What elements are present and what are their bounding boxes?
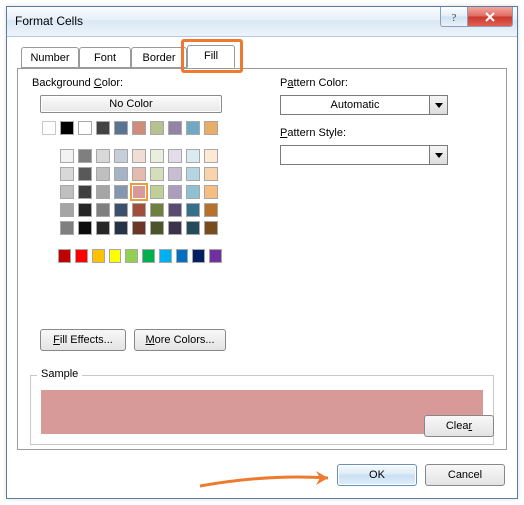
color-swatch[interactable]: [186, 167, 200, 181]
tab-number[interactable]: Number: [21, 47, 79, 68]
color-swatch[interactable]: [159, 249, 172, 263]
color-swatch[interactable]: [96, 203, 110, 217]
color-swatch[interactable]: [109, 249, 122, 263]
no-color-button[interactable]: No Color: [40, 95, 222, 113]
color-swatch[interactable]: [96, 149, 110, 163]
color-swatch[interactable]: [60, 185, 74, 199]
color-swatch[interactable]: [78, 121, 92, 135]
color-swatch[interactable]: [186, 185, 200, 199]
more-colors-button[interactable]: More Colors...: [134, 329, 226, 351]
color-swatch[interactable]: [96, 221, 110, 235]
color-swatch[interactable]: [142, 249, 155, 263]
color-swatch[interactable]: [78, 185, 92, 199]
pattern-color-label: Pattern Color:: [280, 77, 348, 89]
color-swatch[interactable]: [96, 185, 110, 199]
cancel-button[interactable]: Cancel: [425, 464, 505, 486]
pattern-style-value: [281, 146, 429, 164]
color-swatch[interactable]: [78, 203, 92, 217]
pattern-color-value: Automatic: [281, 96, 429, 114]
sample-legend: Sample: [37, 368, 82, 380]
color-swatch[interactable]: [204, 149, 218, 163]
color-swatch[interactable]: [192, 249, 205, 263]
color-swatch[interactable]: [114, 167, 128, 181]
no-color-swatch[interactable]: [42, 121, 56, 135]
color-swatch[interactable]: [75, 249, 88, 263]
color-swatch[interactable]: [150, 221, 164, 235]
color-swatch[interactable]: [114, 121, 128, 135]
color-swatch[interactable]: [204, 203, 218, 217]
color-swatch[interactable]: [132, 203, 146, 217]
color-swatch[interactable]: [168, 185, 182, 199]
background-color-label: Background Color:: [32, 77, 123, 89]
color-swatch[interactable]: [92, 249, 105, 263]
pattern-style-label: Pattern Style:: [280, 127, 346, 139]
color-swatch[interactable]: [150, 149, 164, 163]
clear-button[interactable]: Clear: [424, 415, 494, 437]
color-swatch[interactable]: [186, 221, 200, 235]
pattern-color-combo[interactable]: Automatic: [280, 95, 448, 115]
ok-button[interactable]: OK: [337, 464, 417, 486]
color-swatch[interactable]: [150, 167, 164, 181]
color-swatch[interactable]: [114, 203, 128, 217]
color-swatch[interactable]: [204, 167, 218, 181]
color-swatch[interactable]: [168, 167, 182, 181]
window-title: Format Cells: [15, 14, 83, 28]
color-swatch[interactable]: [114, 149, 128, 163]
color-swatch[interactable]: [96, 121, 110, 135]
color-swatch[interactable]: [132, 167, 146, 181]
tab-border[interactable]: Border: [131, 47, 187, 68]
color-swatch[interactable]: [168, 221, 182, 235]
sample-swatch: [41, 390, 483, 434]
color-swatch[interactable]: [132, 149, 146, 163]
color-swatch[interactable]: [114, 185, 128, 199]
color-swatch[interactable]: [78, 149, 92, 163]
color-swatch[interactable]: [96, 167, 110, 181]
color-swatch-selected[interactable]: [132, 185, 146, 199]
color-swatch[interactable]: [132, 121, 146, 135]
svg-text:?: ?: [452, 12, 457, 23]
color-swatch[interactable]: [209, 249, 222, 263]
color-swatch[interactable]: [204, 121, 218, 135]
color-swatch[interactable]: [150, 185, 164, 199]
color-swatch[interactable]: [186, 149, 200, 163]
color-swatch[interactable]: [60, 149, 74, 163]
tab-fill[interactable]: Fill: [187, 45, 235, 68]
color-swatch[interactable]: [204, 221, 218, 235]
color-swatch[interactable]: [78, 221, 92, 235]
chevron-down-icon[interactable]: [429, 96, 447, 114]
color-swatch[interactable]: [58, 249, 71, 263]
tab-font[interactable]: Font: [79, 47, 131, 68]
color-grid: [40, 119, 224, 265]
color-swatch[interactable]: [78, 167, 92, 181]
color-swatch[interactable]: [186, 121, 200, 135]
format-cells-window: Format Cells ? Number Font Border Fill: [6, 6, 518, 499]
color-swatch[interactable]: [60, 167, 74, 181]
color-swatch[interactable]: [168, 203, 182, 217]
color-swatch[interactable]: [186, 203, 200, 217]
fill-effects-button[interactable]: Fill Effects...: [40, 329, 126, 351]
color-swatch[interactable]: [150, 121, 164, 135]
color-swatch[interactable]: [176, 249, 189, 263]
color-swatch[interactable]: [204, 185, 218, 199]
tabstrip: Number Font Border Fill: [17, 45, 507, 69]
color-swatch[interactable]: [168, 149, 182, 163]
pattern-style-combo[interactable]: [280, 145, 448, 165]
color-swatch[interactable]: [168, 121, 182, 135]
color-swatch[interactable]: [150, 203, 164, 217]
help-button[interactable]: ?: [440, 7, 468, 27]
color-swatch[interactable]: [60, 221, 74, 235]
chevron-down-icon[interactable]: [429, 146, 447, 164]
color-swatch[interactable]: [60, 121, 74, 135]
color-swatch[interactable]: [125, 249, 138, 263]
color-swatch[interactable]: [60, 203, 74, 217]
color-swatch[interactable]: [132, 221, 146, 235]
dialog-body: Number Font Border Fill Background Color…: [7, 37, 517, 498]
close-button[interactable]: [467, 7, 513, 27]
titlebar[interactable]: Format Cells ?: [7, 7, 517, 37]
fill-panel: Background Color: No Color Fill Effects.…: [17, 69, 507, 450]
color-swatch[interactable]: [114, 221, 128, 235]
